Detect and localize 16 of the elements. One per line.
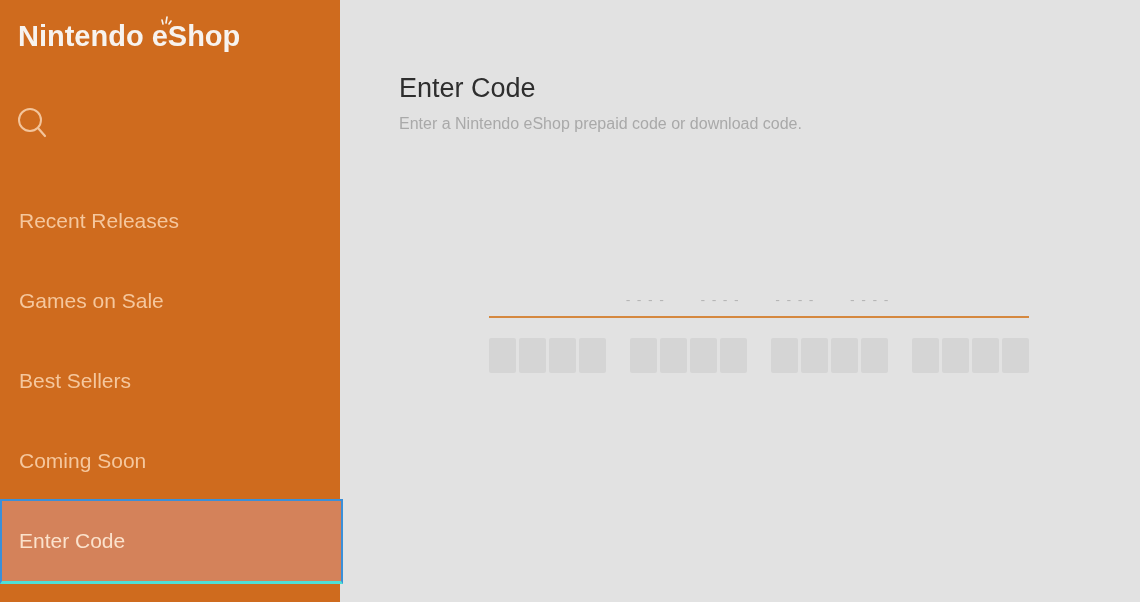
- code-placeholder: ----: [774, 294, 819, 308]
- code-placeholder: ----: [848, 294, 894, 308]
- search-icon[interactable]: [17, 107, 47, 139]
- logo-text: eShop: [151, 19, 241, 53]
- sidebar-menu-item[interactable]: Games on Sale: [0, 261, 340, 341]
- logo-text: Nintendo: [18, 19, 144, 53]
- sidebar-menu-item[interactable]: Enter Code: [0, 499, 343, 584]
- code-input-field[interactable]: ---- ---- ---- ----: [489, 286, 1029, 318]
- sidebar-menu-item[interactable]: Coming Soon: [0, 421, 340, 501]
- page-title: Enter Code: [399, 72, 537, 105]
- page-description: Enter a Nintendo eShop prepaid code or download code.: [399, 114, 803, 134]
- code-placeholder: ----: [624, 294, 670, 308]
- sparkle-icon: [160, 16, 172, 25]
- sidebar-menu-item[interactable]: Recent Releases: [0, 181, 340, 261]
- code-placeholder: ----: [699, 294, 744, 308]
- sidebar-menu-item[interactable]: Best Sellers: [0, 341, 340, 421]
